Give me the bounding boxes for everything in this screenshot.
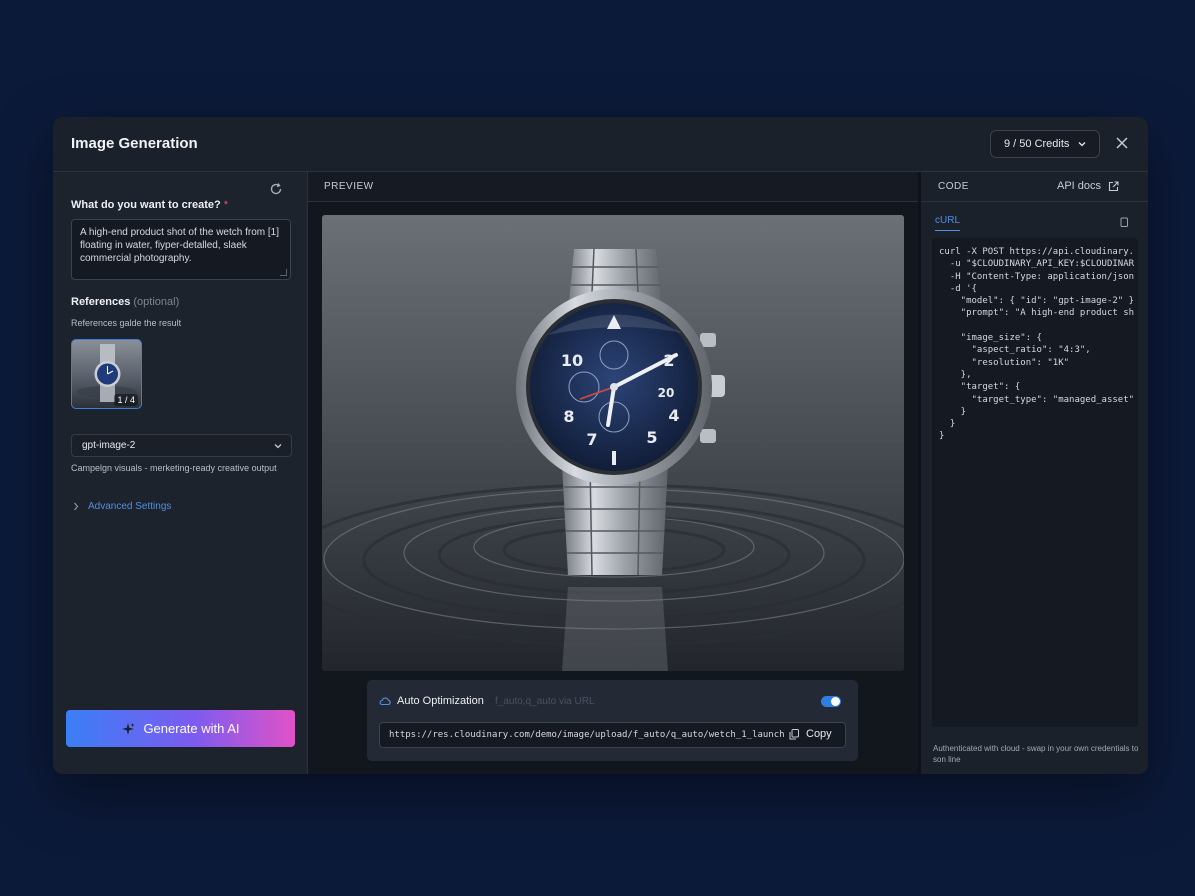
- references-title: References: [71, 296, 131, 308]
- watch-preview-illustration: 10 8 7 5 4 2 20: [322, 215, 904, 671]
- copy-code-icon[interactable]: [1119, 217, 1129, 228]
- chevron-down-icon: [274, 444, 282, 449]
- tab-curl[interactable]: cURL: [935, 215, 961, 231]
- svg-text:8: 8: [563, 407, 574, 426]
- modal-header: Image Generation 9 / 50 Credits: [53, 117, 1148, 172]
- references-subtitle: References galde the result: [71, 318, 182, 328]
- advanced-settings-toggle[interactable]: Advanced Settings: [73, 501, 171, 512]
- image-generation-modal: Image Generation 9 / 50 Credits What do …: [53, 117, 1148, 774]
- auto-optimization-title: Auto Optimization: [397, 695, 484, 707]
- sparkle-icon: [122, 722, 135, 735]
- prompt-label-text: What do you want to create?: [71, 199, 221, 211]
- model-value: gpt-image-2: [82, 440, 136, 451]
- optional-label: (optional): [133, 296, 180, 308]
- auto-optimization-toggle[interactable]: [821, 696, 841, 707]
- auto-optimization-card: Auto Optimization f_auto,q_auto via URL …: [367, 680, 858, 761]
- preview-label: PREVIEW: [324, 181, 374, 192]
- reference-thumbnail[interactable]: 1 / 4: [71, 339, 142, 409]
- refresh-icon[interactable]: [269, 182, 283, 196]
- chevron-down-icon: [1078, 142, 1086, 147]
- prompt-text: A high-end product shot of the wetch fro…: [80, 227, 280, 264]
- svg-text:5: 5: [646, 428, 657, 447]
- external-link-icon: [1108, 180, 1119, 191]
- close-icon[interactable]: [1115, 136, 1129, 150]
- optimized-url-text: https://res.cloudinary.com/demo/image/up…: [389, 730, 785, 740]
- model-description: Campelgn visuals - merketing-ready creat…: [71, 463, 277, 473]
- svg-text:20: 20: [658, 386, 675, 400]
- cloud-icon: [379, 697, 391, 706]
- model-select[interactable]: gpt-image-2: [71, 434, 292, 457]
- thumbnail-count-badge: 1 / 4: [114, 394, 138, 406]
- generate-button-label: Generate with AI: [143, 721, 240, 736]
- copy-url-button[interactable]: Copy: [789, 728, 832, 740]
- credits-label: 9 / 50 Credits: [1004, 138, 1070, 150]
- advanced-settings-label: Advanced Settings: [88, 501, 172, 512]
- api-docs-label: API docs: [1057, 180, 1102, 192]
- auth-note: Authenticated with cloud - swap in your …: [933, 744, 1139, 764]
- prompt-textarea[interactable]: A high-end product shot of the wetch fro…: [71, 219, 291, 280]
- optimized-url-field[interactable]: https://res.cloudinary.com/demo/image/up…: [379, 722, 846, 748]
- modal-title: Image Generation: [71, 135, 198, 152]
- code-panel: CODE API docs cURL curl -X POST https://…: [918, 172, 1148, 774]
- generate-button[interactable]: Generate with AI: [66, 710, 295, 747]
- svg-text:7: 7: [586, 430, 597, 449]
- credits-dropdown[interactable]: 9 / 50 Credits: [990, 130, 1100, 158]
- preview-panel: PREVIEW 10 8 7 5 4 20 Auto Optimization …: [308, 172, 918, 774]
- resize-handle[interactable]: [280, 269, 287, 276]
- chevron-right-icon: [74, 502, 79, 511]
- prompt-panel: What do you want to create? * A high-end…: [53, 172, 308, 774]
- code-header: CODE API docs: [921, 172, 1148, 202]
- references-heading: References (optional): [71, 296, 179, 308]
- preview-header: PREVIEW: [308, 172, 918, 202]
- code-label: CODE: [938, 181, 969, 192]
- required-mark: *: [223, 199, 229, 211]
- svg-text:10: 10: [561, 351, 583, 370]
- copy-label: Copy: [806, 728, 832, 740]
- copy-icon: [789, 728, 799, 739]
- code-block: curl -X POST https://api.cloudinary. -u …: [932, 238, 1138, 727]
- svg-text:4: 4: [668, 406, 679, 425]
- prompt-label: What do you want to create? *: [71, 199, 228, 211]
- curl-code: curl -X POST https://api.cloudinary. -u …: [939, 247, 1135, 442]
- preview-image: 10 8 7 5 4 2 20: [322, 215, 904, 671]
- api-docs-link[interactable]: API docs: [1057, 180, 1119, 192]
- auto-optimization-hint: f_auto,q_auto via URL: [495, 696, 595, 707]
